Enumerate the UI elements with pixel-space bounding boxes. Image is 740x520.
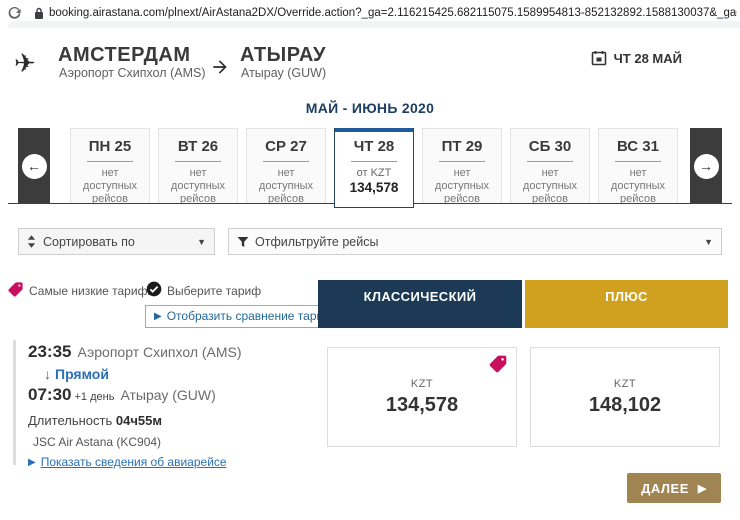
currency-label: KZT	[614, 378, 636, 390]
destination-airport: Атырау (GUW)	[241, 66, 326, 80]
arrival-airport: Атырау (GUW)	[120, 387, 215, 403]
sort-icon	[27, 235, 36, 248]
day-card-thu-28-selected[interactable]: ЧТ 28 от KZT 134,578	[334, 128, 414, 208]
fare-cell-classic[interactable]: KZT 134,578	[327, 347, 517, 447]
fare-cell-plus[interactable]: KZT 148,102	[530, 347, 720, 447]
flight-row-divider	[13, 340, 16, 465]
arrow-left-icon: ←	[22, 154, 47, 179]
fare-column-classic[interactable]: КЛАССИЧЕСКИЙ	[318, 280, 522, 328]
browser-bar-divider	[8, 21, 740, 28]
origin-city: АМСТЕРДАМ	[58, 44, 191, 67]
airplane-icon: ✈	[14, 48, 36, 79]
arrow-down-icon: ↓	[44, 366, 51, 382]
next-button-label: ДАЛЕЕ	[641, 481, 689, 496]
destination-city: АТЫРАУ	[240, 44, 326, 67]
browser-bar: booking.airastana.com/plnext/AirAstana2D…	[0, 0, 740, 28]
arrival-time: 07:30	[28, 385, 71, 405]
calendar-next-button[interactable]: →	[690, 128, 722, 204]
calendar-prev-button[interactable]: ←	[18, 128, 50, 204]
arrow-right-icon: ▶	[698, 482, 707, 495]
calendar-icon	[591, 50, 607, 66]
url-bar[interactable]: booking.airastana.com/plnext/AirAstana2D…	[49, 7, 737, 19]
lowest-fare-tag-icon	[488, 354, 508, 374]
route-arrow-icon	[210, 57, 230, 77]
stops-label: ↓Прямой	[44, 366, 308, 382]
lock-icon	[34, 7, 44, 20]
next-button[interactable]: ДАЛЕЕ ▶	[627, 473, 721, 503]
check-circle-icon	[146, 281, 162, 297]
departure-time: 23:35	[28, 342, 71, 362]
triangle-bullet-icon: ▶	[28, 457, 36, 468]
day-card-tue-26[interactable]: ВТ 26 нет доступных рейсов	[158, 128, 238, 204]
day-card-wed-27[interactable]: СР 27 нет доступных рейсов	[246, 128, 326, 204]
reload-icon[interactable]	[7, 5, 22, 20]
filter-label: Отфильтруйте рейсы	[255, 235, 378, 249]
legend-lowest-fares: Самые низкие тарифы	[29, 284, 156, 298]
day-card-sun-31[interactable]: ВС 31 нет доступных рейсов	[598, 128, 678, 204]
chevron-down-icon: ▼	[704, 237, 713, 247]
airline-flight-number: JSC Air Astana (KC904)	[33, 435, 308, 449]
selected-date-display[interactable]: ЧТ 28 МАЙ	[520, 50, 720, 66]
sort-dropdown[interactable]: Сортировать по ▼	[18, 228, 215, 255]
fare-price-plus: 148,102	[589, 394, 661, 417]
selected-date-label: ЧТ 28 МАЙ	[614, 51, 682, 66]
triangle-bullet-icon: ▶	[154, 311, 162, 322]
currency-label: KZT	[411, 378, 433, 390]
chevron-down-icon: ▼	[197, 237, 206, 247]
departure-airport: Аэропорт Схипхол (AMS)	[77, 344, 241, 360]
legend-select-fare: Выберите тариф	[167, 284, 261, 298]
filter-icon	[237, 236, 249, 248]
day-card-mon-25[interactable]: ПН 25 нет доступных рейсов	[70, 128, 150, 204]
selected-day-indicator	[335, 128, 413, 132]
filter-dropdown[interactable]: Отфильтруйте рейсы ▼	[228, 228, 722, 255]
arrival-day-offset: +1 день	[74, 391, 114, 403]
fare-column-plus[interactable]: ПЛЮС	[525, 280, 728, 328]
duration-value: 04ч55м	[116, 413, 162, 428]
arrow-right-icon: →	[694, 154, 719, 179]
lowest-fare-tag-icon	[7, 281, 24, 298]
flight-info: 23:35 Аэропорт Схипхол (AMS) ↓Прямой 07:…	[28, 342, 308, 469]
day-card-sat-30[interactable]: СБ 30 нет доступных рейсов	[510, 128, 590, 204]
flight-details-link[interactable]: ▶ Показать сведения об авиарейсе	[28, 455, 308, 469]
sort-label: Сортировать по	[43, 235, 135, 249]
fare-price-classic: 134,578	[386, 394, 458, 417]
duration-row: Длительность 04ч55м	[28, 413, 308, 428]
day-card-fri-29[interactable]: ПТ 29 нет доступных рейсов	[422, 128, 502, 204]
origin-airport: Аэропорт Схипхол (AMS)	[59, 66, 205, 80]
month-range-label: МАЙ - ИЮНЬ 2020	[0, 100, 740, 116]
